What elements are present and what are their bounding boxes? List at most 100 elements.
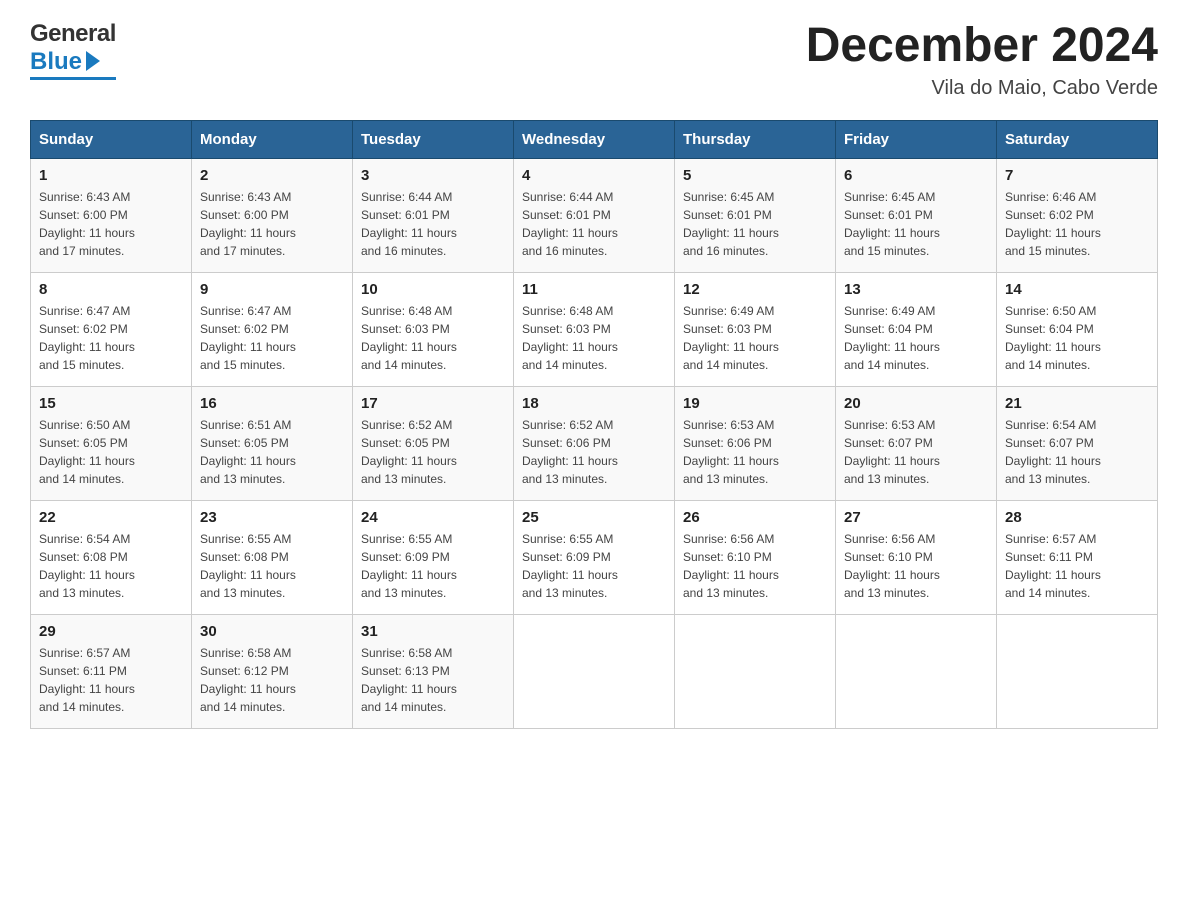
day-info: Sunrise: 6:57 AM Sunset: 6:11 PM Dayligh… bbox=[39, 644, 183, 716]
day-header-friday: Friday bbox=[836, 120, 997, 158]
day-header-tuesday: Tuesday bbox=[353, 120, 514, 158]
day-number: 21 bbox=[1005, 395, 1149, 412]
day-info: Sunrise: 6:50 AM Sunset: 6:04 PM Dayligh… bbox=[1005, 302, 1149, 374]
day-number: 6 bbox=[844, 167, 988, 184]
logo-arrow-icon bbox=[86, 51, 100, 71]
day-info: Sunrise: 6:52 AM Sunset: 6:05 PM Dayligh… bbox=[361, 416, 505, 488]
calendar-day-cell: 13Sunrise: 6:49 AM Sunset: 6:04 PM Dayli… bbox=[836, 272, 997, 386]
day-number: 1 bbox=[39, 167, 183, 184]
day-info: Sunrise: 6:45 AM Sunset: 6:01 PM Dayligh… bbox=[844, 188, 988, 260]
calendar-day-cell: 26Sunrise: 6:56 AM Sunset: 6:10 PM Dayli… bbox=[675, 500, 836, 614]
calendar-day-cell: 30Sunrise: 6:58 AM Sunset: 6:12 PM Dayli… bbox=[192, 614, 353, 728]
day-number: 23 bbox=[200, 509, 344, 526]
day-number: 27 bbox=[844, 509, 988, 526]
calendar-day-cell: 28 Sunrise: 6:57 AM Sunset: 6:11 PM Dayli… bbox=[997, 500, 1158, 614]
calendar-day-cell: 8 Sunrise: 6:47 AM Sunset: 6:02 PM Daylig… bbox=[31, 272, 192, 386]
calendar-day-cell: 16 Sunrise: 6:51 AM Sunset: 6:05 PM Dayli… bbox=[192, 386, 353, 500]
calendar-day-cell: 22Sunrise: 6:54 AM Sunset: 6:08 PM Dayli… bbox=[31, 500, 192, 614]
logo-blue-text: Blue bbox=[30, 48, 82, 76]
day-info: Sunrise: 6:55 AM Sunset: 6:09 PM Dayligh… bbox=[522, 530, 666, 602]
calendar-day-cell: 4 Sunrise: 6:44 AM Sunset: 6:01 PM Daylig… bbox=[514, 158, 675, 272]
day-number: 8 bbox=[39, 281, 183, 298]
calendar-day-cell: 2Sunrise: 6:43 AM Sunset: 6:00 PM Daylig… bbox=[192, 158, 353, 272]
day-number: 14 bbox=[1005, 281, 1149, 298]
calendar-body: 1 Sunrise: 6:43 AM Sunset: 6:00 PM Daylig… bbox=[31, 158, 1158, 728]
calendar-day-cell: 27 Sunrise: 6:56 AM Sunset: 6:10 PM Dayli… bbox=[836, 500, 997, 614]
calendar-day-cell: 20 Sunrise: 6:53 AM Sunset: 6:07 PM Dayli… bbox=[836, 386, 997, 500]
page-header: General Blue December 2024 Vila do Maio,… bbox=[30, 20, 1158, 100]
logo: General Blue bbox=[30, 20, 116, 80]
day-info: Sunrise: 6:49 AM Sunset: 6:03 PM Dayligh… bbox=[683, 302, 827, 374]
calendar-day-cell: 11Sunrise: 6:48 AM Sunset: 6:03 PM Dayli… bbox=[514, 272, 675, 386]
day-number: 2 bbox=[200, 167, 344, 184]
calendar-day-cell: 3 Sunrise: 6:44 AM Sunset: 6:01 PM Daylig… bbox=[353, 158, 514, 272]
day-info: Sunrise: 6:54 AM Sunset: 6:07 PM Dayligh… bbox=[1005, 416, 1149, 488]
day-header-saturday: Saturday bbox=[997, 120, 1158, 158]
logo-blue-row: Blue bbox=[30, 48, 116, 76]
calendar-day-cell: 23 Sunrise: 6:55 AM Sunset: 6:08 PM Dayli… bbox=[192, 500, 353, 614]
day-info: Sunrise: 6:55 AM Sunset: 6:08 PM Dayligh… bbox=[200, 530, 344, 602]
calendar-week-5: 29 Sunrise: 6:57 AM Sunset: 6:11 PM Dayli… bbox=[31, 614, 1158, 728]
day-number: 29 bbox=[39, 623, 183, 640]
calendar-day-cell: 15 Sunrise: 6:50 AM Sunset: 6:05 PM Dayli… bbox=[31, 386, 192, 500]
day-info: Sunrise: 6:56 AM Sunset: 6:10 PM Dayligh… bbox=[683, 530, 827, 602]
calendar-day-cell: 10 Sunrise: 6:48 AM Sunset: 6:03 PM Dayli… bbox=[353, 272, 514, 386]
calendar-day-cell bbox=[836, 614, 997, 728]
day-info: Sunrise: 6:47 AM Sunset: 6:02 PM Dayligh… bbox=[200, 302, 344, 374]
day-info: Sunrise: 6:48 AM Sunset: 6:03 PM Dayligh… bbox=[522, 302, 666, 374]
calendar-day-cell: 7Sunrise: 6:46 AM Sunset: 6:02 PM Daylig… bbox=[997, 158, 1158, 272]
logo-underline bbox=[30, 77, 116, 80]
day-header-wednesday: Wednesday bbox=[514, 120, 675, 158]
calendar-day-cell: 25 Sunrise: 6:55 AM Sunset: 6:09 PM Dayli… bbox=[514, 500, 675, 614]
calendar-day-cell bbox=[997, 614, 1158, 728]
day-number: 17 bbox=[361, 395, 505, 412]
day-number: 4 bbox=[522, 167, 666, 184]
day-number: 5 bbox=[683, 167, 827, 184]
day-info: Sunrise: 6:58 AM Sunset: 6:13 PM Dayligh… bbox=[361, 644, 505, 716]
day-info: Sunrise: 6:44 AM Sunset: 6:01 PM Dayligh… bbox=[522, 188, 666, 260]
day-number: 13 bbox=[844, 281, 988, 298]
day-info: Sunrise: 6:55 AM Sunset: 6:09 PM Dayligh… bbox=[361, 530, 505, 602]
day-number: 18 bbox=[522, 395, 666, 412]
day-info: Sunrise: 6:44 AM Sunset: 6:01 PM Dayligh… bbox=[361, 188, 505, 260]
day-number: 3 bbox=[361, 167, 505, 184]
day-info: Sunrise: 6:48 AM Sunset: 6:03 PM Dayligh… bbox=[361, 302, 505, 374]
day-number: 22 bbox=[39, 509, 183, 526]
calendar-week-4: 22Sunrise: 6:54 AM Sunset: 6:08 PM Dayli… bbox=[31, 500, 1158, 614]
day-number: 24 bbox=[361, 509, 505, 526]
day-info: Sunrise: 6:52 AM Sunset: 6:06 PM Dayligh… bbox=[522, 416, 666, 488]
day-number: 16 bbox=[200, 395, 344, 412]
day-header-monday: Monday bbox=[192, 120, 353, 158]
day-number: 15 bbox=[39, 395, 183, 412]
logo-text-block: General Blue bbox=[30, 20, 116, 80]
day-number: 10 bbox=[361, 281, 505, 298]
day-info: Sunrise: 6:43 AM Sunset: 6:00 PM Dayligh… bbox=[39, 188, 183, 260]
calendar-day-cell: 5Sunrise: 6:45 AM Sunset: 6:01 PM Daylig… bbox=[675, 158, 836, 272]
day-info: Sunrise: 6:56 AM Sunset: 6:10 PM Dayligh… bbox=[844, 530, 988, 602]
calendar-day-cell: 19 Sunrise: 6:53 AM Sunset: 6:06 PM Dayli… bbox=[675, 386, 836, 500]
calendar-week-2: 8 Sunrise: 6:47 AM Sunset: 6:02 PM Daylig… bbox=[31, 272, 1158, 386]
logo-general: General bbox=[30, 20, 116, 48]
day-info: Sunrise: 6:47 AM Sunset: 6:02 PM Dayligh… bbox=[39, 302, 183, 374]
day-number: 19 bbox=[683, 395, 827, 412]
day-number: 9 bbox=[200, 281, 344, 298]
day-info: Sunrise: 6:51 AM Sunset: 6:05 PM Dayligh… bbox=[200, 416, 344, 488]
day-info: Sunrise: 6:53 AM Sunset: 6:06 PM Dayligh… bbox=[683, 416, 827, 488]
calendar-day-cell bbox=[514, 614, 675, 728]
calendar-day-cell: 31Sunrise: 6:58 AM Sunset: 6:13 PM Dayli… bbox=[353, 614, 514, 728]
day-info: Sunrise: 6:53 AM Sunset: 6:07 PM Dayligh… bbox=[844, 416, 988, 488]
day-info: Sunrise: 6:50 AM Sunset: 6:05 PM Dayligh… bbox=[39, 416, 183, 488]
calendar-day-cell: 1 Sunrise: 6:43 AM Sunset: 6:00 PM Daylig… bbox=[31, 158, 192, 272]
calendar-day-cell: 14 Sunrise: 6:50 AM Sunset: 6:04 PM Dayli… bbox=[997, 272, 1158, 386]
day-number: 30 bbox=[200, 623, 344, 640]
location-title: Vila do Maio, Cabo Verde bbox=[806, 77, 1158, 100]
day-info: Sunrise: 6:57 AM Sunset: 6:11 PM Dayligh… bbox=[1005, 530, 1149, 602]
day-number: 28 bbox=[1005, 509, 1149, 526]
day-header-sunday: Sunday bbox=[31, 120, 192, 158]
day-number: 12 bbox=[683, 281, 827, 298]
day-number: 20 bbox=[844, 395, 988, 412]
day-number: 25 bbox=[522, 509, 666, 526]
calendar-day-cell: 6 Sunrise: 6:45 AM Sunset: 6:01 PM Daylig… bbox=[836, 158, 997, 272]
calendar-week-3: 15 Sunrise: 6:50 AM Sunset: 6:05 PM Dayli… bbox=[31, 386, 1158, 500]
calendar-day-cell: 21 Sunrise: 6:54 AM Sunset: 6:07 PM Dayli… bbox=[997, 386, 1158, 500]
